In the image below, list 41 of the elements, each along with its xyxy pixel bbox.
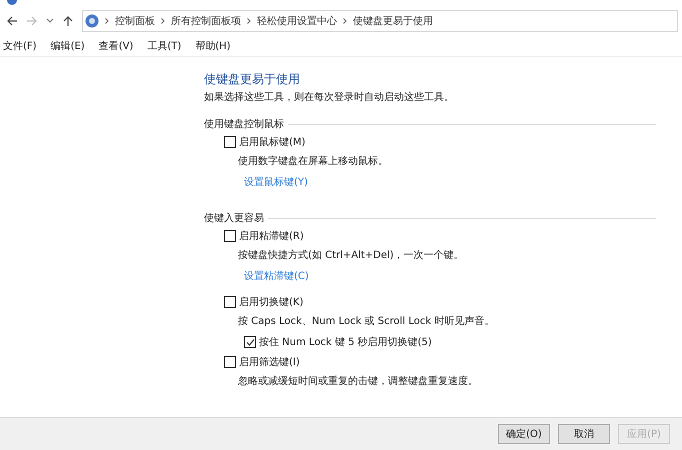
address-bar[interactable]: 控制面板 所有控制面板项 轻松使用设置中心 使键盘更易于使用 (82, 10, 678, 32)
checkbox-label[interactable]: 启用切换键(K) (239, 295, 304, 309)
breadcrumb-item[interactable]: 使键盘更易于使用 (353, 14, 433, 28)
menu-item[interactable]: 编辑(E) (50, 39, 85, 53)
option-description: 按键盘快捷方式(如 Ctrl+Alt+Del)，一次一个键。 (238, 248, 465, 263)
menu-item[interactable]: 工具(T) (147, 39, 182, 53)
dialog-button[interactable]: 确定(O) (498, 424, 550, 444)
checkbox-label[interactable]: 启用鼠标键(M) (239, 135, 306, 149)
menu-item[interactable]: 文件(F) (3, 39, 37, 53)
menu-item[interactable]: 帮助(H) (195, 39, 231, 53)
page-title: 使键盘更易于使用 (204, 71, 301, 88)
section-heading: 使用键盘控制鼠标 (204, 118, 284, 131)
chevron-icon (343, 18, 347, 24)
chevron-icon (247, 18, 251, 24)
dropdown-caret-icon[interactable] (46, 18, 54, 24)
chevron-icon (105, 18, 109, 24)
control-panel-icon (85, 14, 99, 28)
checkbox-label[interactable]: 启用筛选键(I) (239, 355, 300, 369)
settings-link[interactable]: 设置粘滞键(C) (244, 271, 309, 282)
option-description: 使用数字键盘在屏幕上移动鼠标。 (238, 154, 389, 169)
checkbox[interactable] (224, 356, 236, 368)
breadcrumb-item[interactable]: 轻松使用设置中心 (257, 14, 337, 28)
settings-link[interactable]: 设置鼠标键(Y) (244, 177, 308, 188)
menu-item[interactable]: 查看(V) (98, 39, 134, 53)
checkbox[interactable] (244, 336, 256, 348)
breadcrumb-item[interactable]: 控制面板 (115, 14, 155, 28)
up-arrow-icon[interactable] (62, 15, 74, 27)
dialog-button[interactable]: 取消 (558, 424, 610, 444)
option-description: 按 Caps Lock、Num Lock 或 Scroll Lock 时听见声音。 (238, 314, 496, 329)
option-description: 忽略或减缓短时间或重复的击键，调整键盘重复速度。 (238, 374, 479, 389)
section-heading: 使键入更容易 (204, 212, 264, 225)
checkbox-label[interactable]: 按住 Num Lock 键 5 秒启用切换键(5) (259, 335, 432, 349)
checkbox-label[interactable]: 启用粘滞键(R) (239, 229, 304, 243)
checkbox[interactable] (224, 296, 236, 308)
back-arrow-icon[interactable] (6, 15, 18, 27)
page-description: 如果选择这些工具，则在每次登录时自动启动这些工具。 (204, 90, 455, 104)
breadcrumb-item[interactable]: 所有控制面板项 (171, 14, 241, 28)
checkbox[interactable] (224, 230, 236, 242)
window-icon (6, 0, 18, 6)
checkbox[interactable] (224, 136, 236, 148)
chevron-icon (161, 18, 165, 24)
